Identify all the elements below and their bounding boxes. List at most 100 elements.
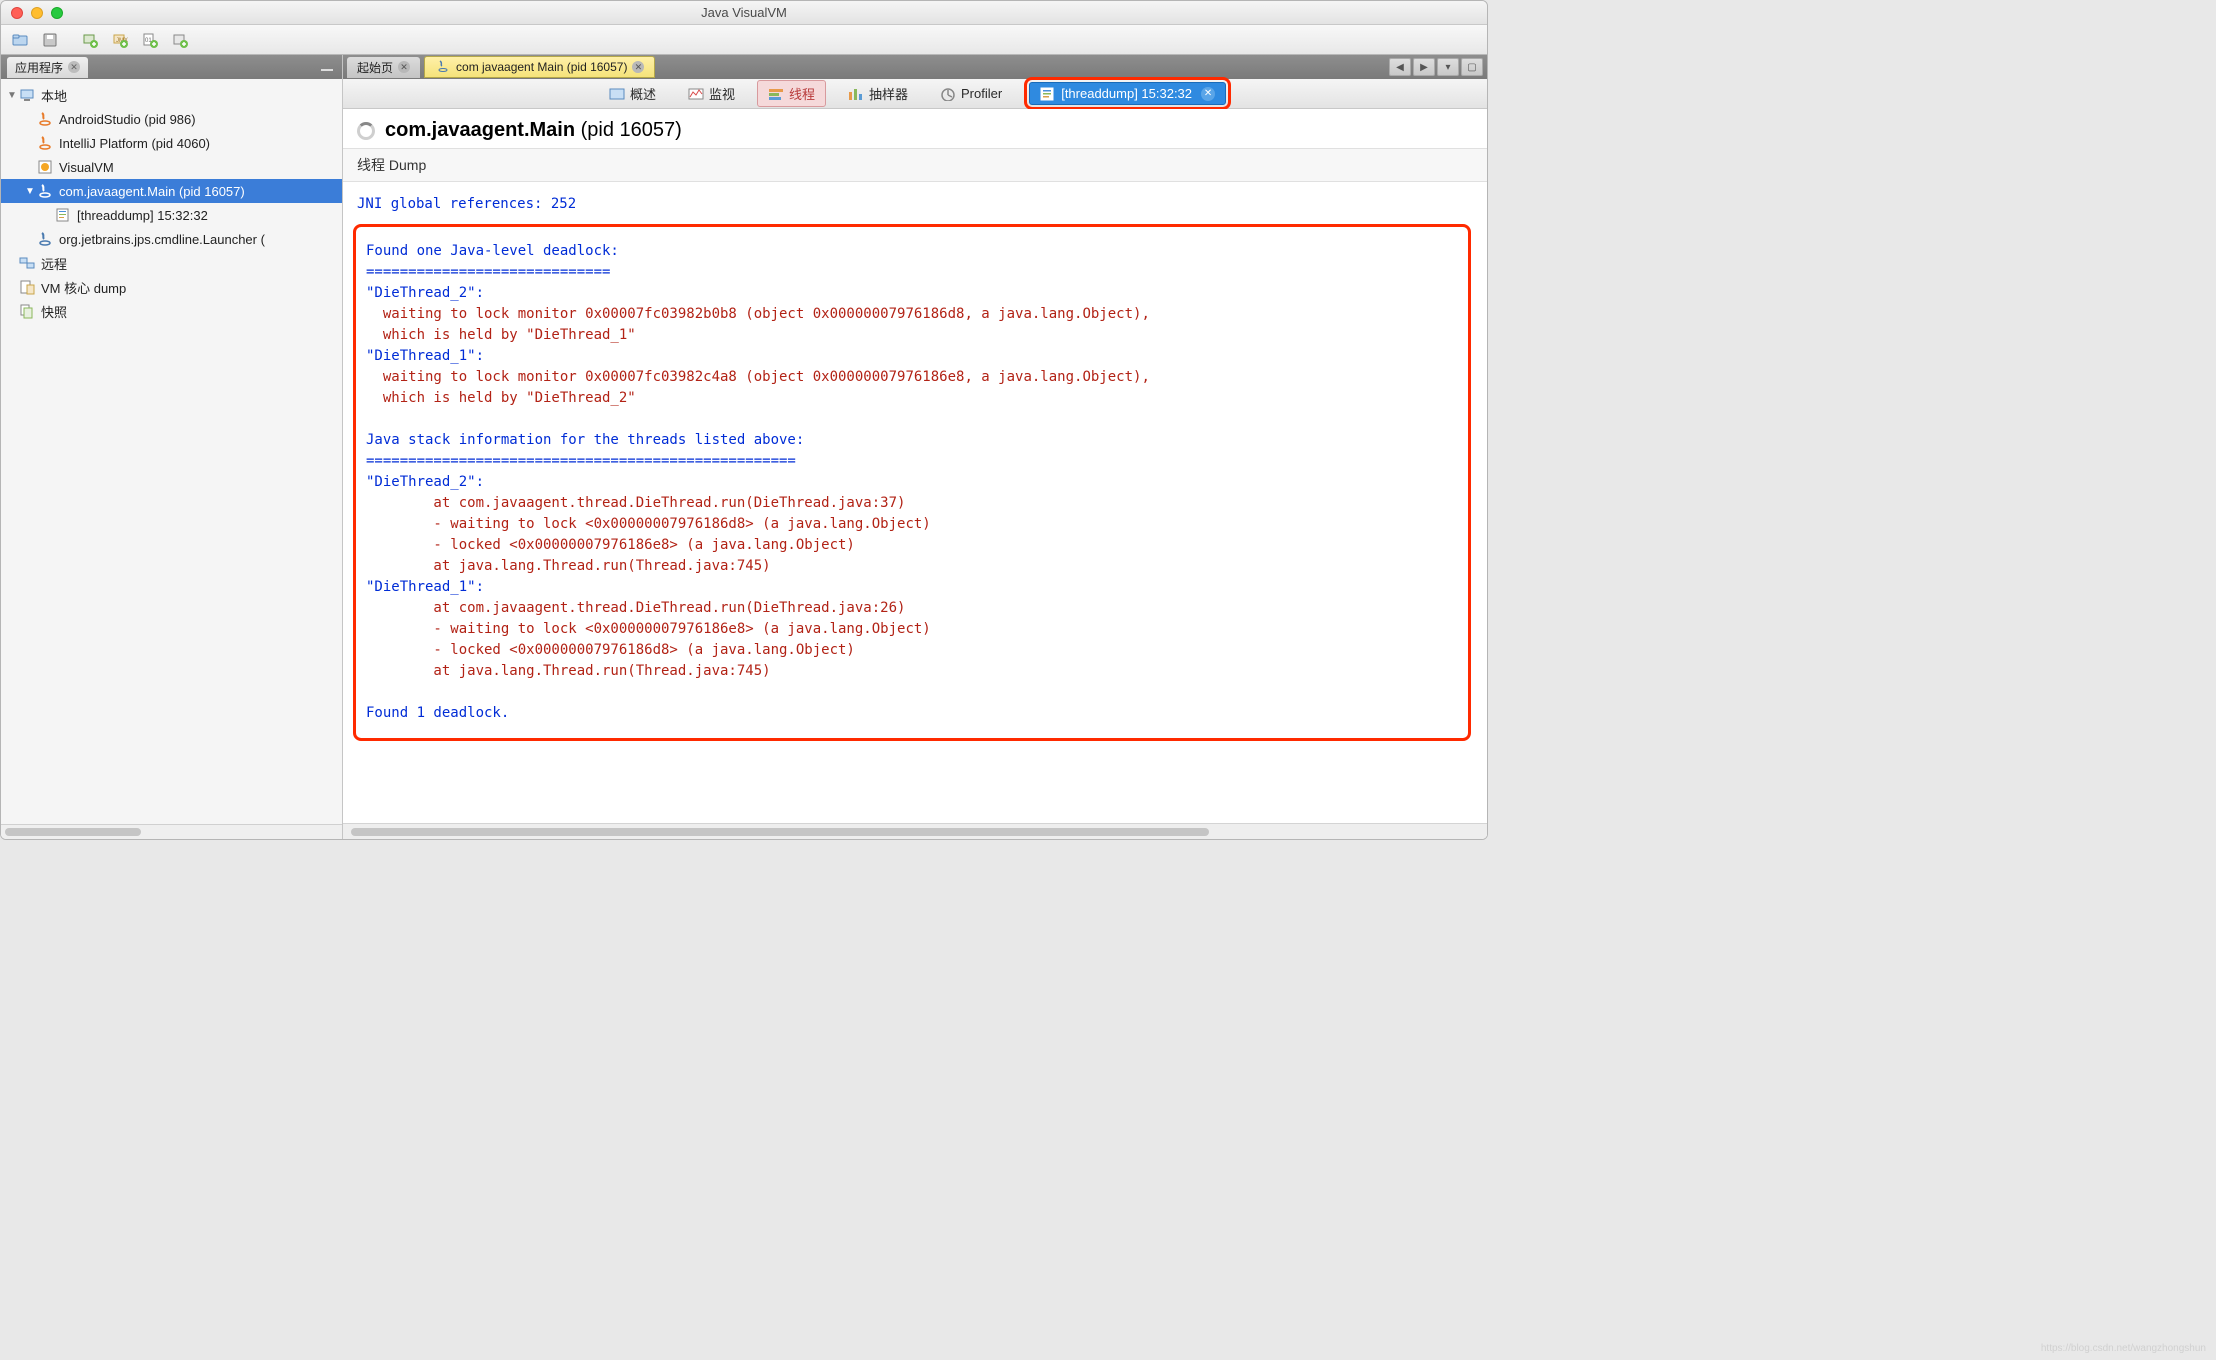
section-title: 线程 Dump — [343, 148, 1487, 182]
main-toolbar: JMX 01 — [1, 25, 1487, 55]
content-scrollbar[interactable] — [343, 823, 1487, 839]
sidebar-tab-applications[interactable]: 应用程序 ✕ — [7, 57, 88, 78]
monitor-icon — [19, 87, 35, 103]
window-title: Java VisualVM — [701, 5, 787, 20]
tab-app[interactable]: com javaagent Main (pid 16057) ✕ — [424, 56, 655, 78]
tab-label: com javaagent Main (pid 16057) — [456, 60, 627, 74]
visualvm-icon — [37, 159, 53, 175]
snapshot-plus-icon — [172, 32, 188, 48]
window-controls — [1, 7, 63, 19]
dump-scroll-area[interactable]: JNI global references: 252 Found one Jav… — [343, 182, 1487, 823]
folder-open-icon — [12, 32, 28, 48]
java-icon — [37, 231, 53, 247]
tree-node-app[interactable]: IntelliJ Platform (pid 4060) — [1, 131, 342, 155]
close-icon[interactable]: ✕ — [68, 61, 80, 73]
tree-node-snapshots[interactable]: 快照 — [1, 299, 342, 323]
host-plus-icon — [82, 32, 98, 48]
add-host-button[interactable] — [77, 29, 103, 51]
sidebar: 应用程序 ✕ ▼ 本地 AndroidStudio (pid 986) — [1, 55, 343, 839]
editor-tabs: 起始页 ✕ com javaagent Main (pid 16057) ✕ ◀… — [343, 55, 1487, 79]
minimize-panel-button[interactable] — [318, 59, 336, 75]
expand-toggle[interactable]: ▼ — [5, 90, 19, 101]
tab-start-page[interactable]: 起始页 ✕ — [347, 57, 420, 78]
save-button[interactable] — [37, 29, 63, 51]
minimize-icon — [321, 62, 333, 72]
remote-icon — [19, 255, 35, 271]
add-snapshot-button[interactable] — [167, 29, 193, 51]
snapshot-icon — [19, 303, 35, 319]
nav-list-button[interactable]: ▾ — [1437, 58, 1459, 76]
tree-node-app[interactable]: VisualVM — [1, 155, 342, 179]
java-icon — [37, 183, 53, 199]
minimize-window-button[interactable] — [31, 7, 43, 19]
subtab-overview[interactable]: 概述 — [599, 81, 666, 106]
java-icon — [37, 111, 53, 127]
close-icon[interactable]: ✕ — [632, 61, 644, 73]
overview-icon — [609, 87, 625, 101]
subtab-label: 监视 — [709, 84, 735, 103]
titlebar: Java VisualVM — [1, 1, 1487, 25]
tree-label: 远程 — [41, 254, 67, 273]
sidebar-scrollbar[interactable] — [1, 824, 342, 839]
threaddump-icon — [55, 207, 71, 223]
tree-node-threaddump[interactable]: [threaddump] 15:32:32 — [1, 203, 342, 227]
subtab-label: [threaddump] 15:32:32 — [1061, 86, 1192, 101]
close-window-button[interactable] — [11, 7, 23, 19]
annotation-highlight-box: Found one Java-level deadlock: =========… — [353, 224, 1471, 741]
tree-node-local[interactable]: ▼ 本地 — [1, 83, 342, 107]
subtab-threads[interactable]: 线程 — [757, 80, 826, 107]
tab-nav: ◀ ▶ ▾ ▢ — [1389, 58, 1483, 76]
tree-label: VisualVM — [59, 160, 114, 175]
content-area: com.javaagent.Main (pid 16057) 线程 Dump J… — [343, 109, 1487, 839]
tree-label: 快照 — [41, 302, 67, 321]
tree-label: VM 核心 dump — [41, 278, 126, 297]
dump-text: Found one Java-level deadlock: =========… — [366, 241, 1458, 724]
detail-subtabs: 概述 监视 线程 抽样器 Profiler — [343, 79, 1487, 109]
tree-node-remote[interactable]: 远程 — [1, 251, 342, 275]
close-icon[interactable]: ✕ — [1201, 87, 1215, 101]
sidebar-header: 应用程序 ✕ — [1, 55, 342, 79]
open-file-button[interactable] — [7, 29, 33, 51]
coredump-plus-icon: 01 — [142, 32, 158, 48]
subtab-label: 线程 — [789, 84, 815, 103]
threads-icon — [768, 87, 784, 101]
subtab-threaddump[interactable]: [threaddump] 15:32:32 ✕ — [1029, 82, 1226, 105]
tree-label: org.jetbrains.jps.cmdline.Launcher ( — [59, 232, 265, 247]
tree-label: AndroidStudio (pid 986) — [59, 112, 196, 127]
monitor-icon — [688, 87, 704, 101]
close-icon[interactable]: ✕ — [398, 61, 410, 73]
threaddump-icon — [1040, 87, 1056, 101]
nav-max-button[interactable]: ▢ — [1461, 58, 1483, 76]
java-icon — [37, 135, 53, 151]
jmx-plus-icon: JMX — [112, 32, 128, 48]
save-icon — [42, 32, 58, 48]
nav-prev-button[interactable]: ◀ — [1389, 58, 1411, 76]
tree-label: 本地 — [41, 86, 67, 105]
body: 应用程序 ✕ ▼ 本地 AndroidStudio (pid 986) — [1, 55, 1487, 839]
subtab-label: 抽样器 — [869, 84, 908, 103]
app-window: Java VisualVM JMX 01 应用程序 ✕ — [0, 0, 1488, 840]
app-heading: com.javaagent.Main (pid 16057) — [343, 109, 1487, 148]
subtab-sampler[interactable]: 抽样器 — [838, 81, 918, 106]
subtab-monitor[interactable]: 监视 — [678, 81, 745, 106]
tree-node-app-selected[interactable]: ▼ com.javaagent.Main (pid 16057) — [1, 179, 342, 203]
tree-node-coredump[interactable]: VM 核心 dump — [1, 275, 342, 299]
nav-next-button[interactable]: ▶ — [1413, 58, 1435, 76]
tree-label: [threaddump] 15:32:32 — [77, 208, 208, 223]
zoom-window-button[interactable] — [51, 7, 63, 19]
tree-node-app[interactable]: AndroidStudio (pid 986) — [1, 107, 342, 131]
subtab-label: Profiler — [961, 86, 1002, 101]
subtab-profiler[interactable]: Profiler — [930, 83, 1012, 104]
expand-toggle[interactable]: ▼ — [23, 186, 37, 197]
applications-tree[interactable]: ▼ 本地 AndroidStudio (pid 986) IntelliJ Pl… — [1, 79, 342, 824]
tree-node-app[interactable]: org.jetbrains.jps.cmdline.Launcher ( — [1, 227, 342, 251]
loading-spinner-icon — [357, 122, 375, 140]
annotation-highlight: [threaddump] 15:32:32 ✕ — [1024, 77, 1231, 110]
jni-references-line: JNI global references: 252 — [353, 192, 1481, 224]
main-panel: 起始页 ✕ com javaagent Main (pid 16057) ✕ ◀… — [343, 55, 1487, 839]
tree-label: IntelliJ Platform (pid 4060) — [59, 136, 210, 151]
coredump-icon — [19, 279, 35, 295]
add-coredump-button[interactable]: 01 — [137, 29, 163, 51]
add-jmx-button[interactable]: JMX — [107, 29, 133, 51]
tab-label: 起始页 — [357, 59, 393, 76]
